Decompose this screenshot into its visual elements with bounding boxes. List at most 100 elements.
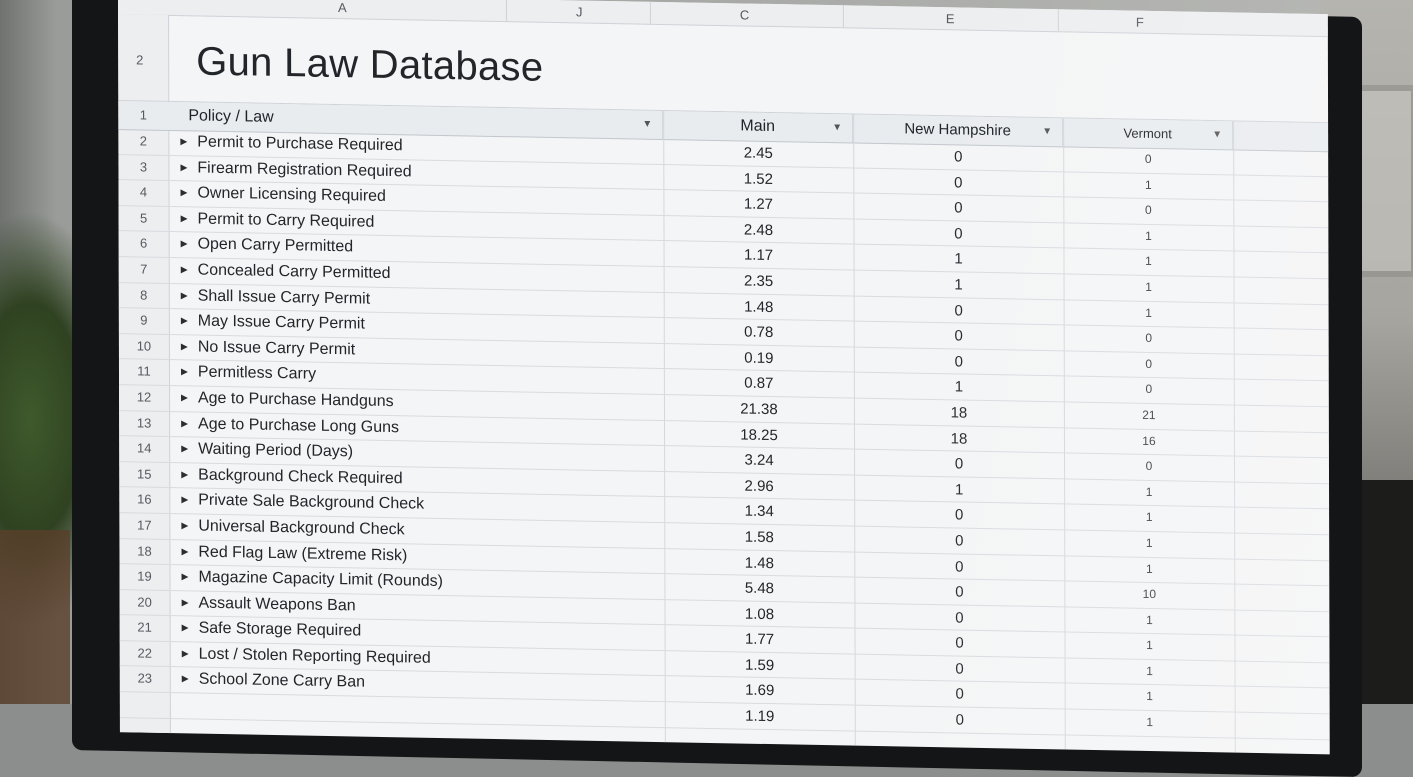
expand-triangle-icon[interactable]: ▶ — [181, 392, 188, 403]
policy-cell[interactable]: ▶Permit to Carry Required — [181, 210, 375, 232]
main-value-cell[interactable]: 1.17 — [664, 245, 854, 265]
vermont-value-cell[interactable]: 16 — [1064, 432, 1234, 449]
new-hampshire-value-cell[interactable]: 0 — [853, 223, 1063, 244]
main-value-cell[interactable]: 1.48 — [664, 297, 854, 317]
expand-triangle-icon[interactable]: ▶ — [181, 546, 188, 557]
expand-triangle-icon[interactable]: ▶ — [181, 315, 188, 326]
vermont-value-cell[interactable]: 1 — [1065, 714, 1235, 731]
header-vermont[interactable]: Vermont ▼ — [1063, 118, 1233, 149]
vermont-value-cell[interactable]: 1 — [1065, 662, 1235, 679]
vermont-value-cell[interactable]: 10 — [1064, 586, 1234, 603]
policy-cell[interactable]: ▶Permitless Carry — [181, 364, 316, 384]
vermont-value-cell[interactable]: 0 — [1064, 458, 1234, 475]
row-number[interactable]: 21 — [120, 619, 170, 635]
expand-triangle-icon[interactable]: ▶ — [181, 239, 188, 250]
row-number[interactable]: 12 — [119, 389, 169, 405]
main-value-cell[interactable]: 1.58 — [664, 527, 854, 547]
dropdown-filter-icon[interactable]: ▼ — [1212, 121, 1222, 149]
row-number[interactable]: 20 — [120, 594, 170, 610]
main-value-cell[interactable]: 0.78 — [664, 322, 854, 342]
row-number[interactable]: 2 — [118, 133, 168, 149]
main-value-cell[interactable]: 2.45 — [663, 143, 853, 163]
row-number[interactable]: 8 — [119, 287, 169, 303]
new-hampshire-value-cell[interactable]: 0 — [854, 454, 1064, 475]
policy-cell[interactable]: ▶Age to Purchase Long Guns — [181, 415, 399, 437]
row-number[interactable]: 11 — [119, 363, 169, 379]
main-value-cell[interactable]: 1.59 — [665, 655, 855, 675]
new-hampshire-value-cell[interactable]: 0 — [854, 326, 1064, 347]
vermont-value-cell[interactable]: 1 — [1064, 304, 1234, 321]
policy-cell[interactable]: ▶Permit to Purchase Required — [180, 133, 402, 155]
header-main[interactable]: Main ▼ — [663, 111, 853, 142]
main-value-cell[interactable]: 2.48 — [663, 220, 853, 240]
new-hampshire-value-cell[interactable]: 0 — [854, 300, 1064, 321]
expand-triangle-icon[interactable]: ▶ — [181, 418, 188, 429]
main-value-cell[interactable]: 5.48 — [664, 578, 854, 598]
row-number[interactable]: 9 — [119, 312, 169, 328]
policy-cell[interactable]: ▶Private Sale Background Check — [181, 492, 424, 514]
vermont-value-cell[interactable]: 1 — [1064, 509, 1234, 526]
new-hampshire-value-cell[interactable]: 1 — [854, 249, 1064, 270]
new-hampshire-value-cell[interactable]: 1 — [854, 377, 1064, 398]
vermont-value-cell[interactable]: 1 — [1064, 637, 1234, 654]
main-value-cell[interactable]: 1.77 — [665, 629, 855, 649]
expand-triangle-icon[interactable]: ▶ — [181, 341, 188, 352]
main-value-cell[interactable]: 3.24 — [664, 450, 854, 470]
row-number[interactable]: 1 — [118, 107, 168, 123]
new-hampshire-value-cell[interactable]: 18 — [854, 402, 1064, 423]
row-number[interactable]: 10 — [119, 338, 169, 354]
vermont-value-cell[interactable]: 21 — [1064, 406, 1234, 423]
expand-triangle-icon[interactable]: ▶ — [180, 187, 187, 198]
row-number[interactable]: 17 — [119, 517, 169, 533]
row-number[interactable]: 7 — [119, 261, 169, 277]
column-letter-a[interactable]: A — [338, 0, 347, 15]
vermont-value-cell[interactable]: 0 — [1063, 150, 1233, 167]
expand-triangle-icon[interactable]: ▶ — [182, 571, 189, 582]
new-hampshire-value-cell[interactable]: 0 — [855, 684, 1065, 705]
expand-triangle-icon[interactable]: ▶ — [181, 264, 188, 275]
row-number[interactable]: 15 — [119, 466, 169, 482]
policy-cell[interactable]: ▶School Zone Carry Ban — [182, 671, 365, 692]
main-value-cell[interactable]: 0.19 — [664, 348, 854, 368]
row-number[interactable]: 6 — [119, 235, 169, 251]
policy-cell[interactable]: ▶Red Flag Law (Extreme Risk) — [181, 543, 407, 565]
expand-triangle-icon[interactable]: ▶ — [180, 162, 187, 173]
vermont-value-cell[interactable]: 1 — [1064, 560, 1234, 577]
policy-cell[interactable]: ▶Waiting Period (Days) — [181, 440, 353, 461]
policy-cell[interactable]: ▶May Issue Carry Permit — [181, 312, 365, 333]
policy-cell[interactable]: ▶Age to Purchase Handguns — [181, 389, 394, 411]
main-value-cell[interactable]: 21.38 — [664, 399, 854, 419]
policy-cell[interactable]: ▶Universal Background Check — [181, 517, 404, 539]
policy-cell[interactable]: ▶No Issue Carry Permit — [181, 338, 355, 359]
row-number[interactable]: 18 — [119, 543, 169, 559]
policy-cell[interactable]: ▶Concealed Carry Permitted — [181, 261, 391, 283]
expand-triangle-icon[interactable]: ▶ — [182, 597, 189, 608]
new-hampshire-value-cell[interactable]: 0 — [854, 351, 1064, 372]
vermont-value-cell[interactable]: 1 — [1064, 483, 1234, 500]
main-value-cell[interactable]: 2.96 — [664, 476, 854, 496]
vermont-value-cell[interactable]: 0 — [1064, 381, 1234, 398]
main-value-cell[interactable]: 1.34 — [664, 501, 854, 521]
expand-triangle-icon[interactable]: ▶ — [182, 648, 189, 659]
main-value-cell[interactable]: 0.87 — [664, 373, 854, 393]
vermont-value-cell[interactable]: 1 — [1064, 611, 1234, 628]
main-value-cell[interactable]: 1.69 — [665, 681, 855, 701]
vermont-value-cell[interactable]: 1 — [1063, 176, 1233, 193]
dropdown-filter-icon[interactable]: ▼ — [642, 111, 652, 139]
new-hampshire-value-cell[interactable]: 18 — [854, 428, 1064, 449]
new-hampshire-value-cell[interactable]: 0 — [854, 556, 1064, 577]
new-hampshire-value-cell[interactable]: 0 — [853, 198, 1063, 219]
new-hampshire-value-cell[interactable]: 0 — [853, 172, 1063, 193]
policy-cell[interactable]: ▶Assault Weapons Ban — [182, 594, 356, 615]
new-hampshire-value-cell[interactable]: 0 — [854, 530, 1064, 551]
policy-cell[interactable]: ▶Shall Issue Carry Permit — [181, 287, 370, 308]
expand-triangle-icon[interactable]: ▶ — [180, 136, 187, 147]
expand-triangle-icon[interactable]: ▶ — [181, 469, 188, 480]
vermont-value-cell[interactable]: 1 — [1064, 534, 1234, 551]
vermont-value-cell[interactable]: 1 — [1064, 278, 1234, 295]
column-letter-j[interactable]: J — [576, 4, 583, 19]
row-number[interactable]: 19 — [120, 568, 170, 584]
main-value-cell[interactable]: 2.35 — [664, 271, 854, 291]
dropdown-filter-icon[interactable]: ▼ — [832, 114, 842, 142]
new-hampshire-value-cell[interactable]: 1 — [854, 479, 1064, 500]
